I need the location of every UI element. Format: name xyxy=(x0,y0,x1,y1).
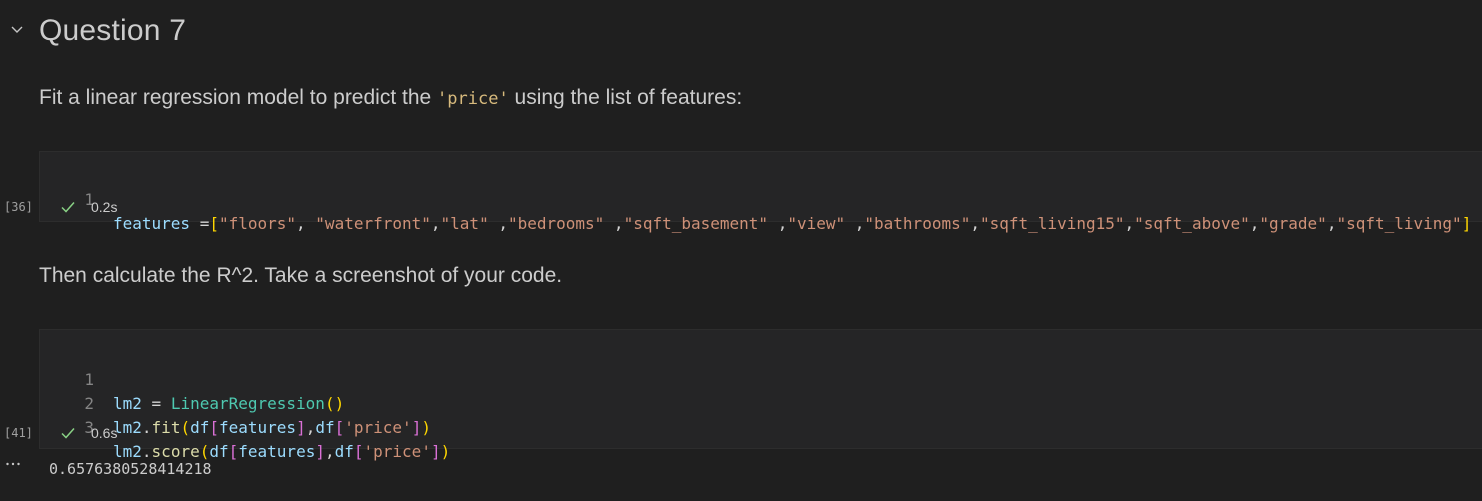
markdown-text: using the list of features: xyxy=(508,86,743,109)
code-cell[interactable]: 1 lm2 = LinearRegression() 2 lm2.fit(df[… xyxy=(39,329,1482,461)
code-line[interactable]: 2 lm2.fit(df[features],df['price']) xyxy=(40,368,431,437)
chevron-down-icon[interactable] xyxy=(10,22,24,36)
code-text[interactable]: lm2 = LinearRegression() xyxy=(113,392,344,416)
code-line[interactable]: 1 features =["floors", "waterfront","lat… xyxy=(40,164,1471,233)
code-text[interactable]: lm2.fit(df[features],df['price']) xyxy=(113,416,431,440)
markdown-paragraph: Fit a linear regression model to predict… xyxy=(39,86,742,110)
execution-duration: 0.6s xyxy=(91,425,118,441)
ellipsis-icon[interactable] xyxy=(5,460,21,468)
section-heading: Question 7 xyxy=(39,14,187,47)
check-icon xyxy=(61,202,75,213)
code-text[interactable]: features =["floors", "waterfront","lat" … xyxy=(113,212,1471,236)
execution-count: [36] xyxy=(4,200,33,214)
markdown-paragraph: Then calculate the R^2. Take a screensho… xyxy=(39,264,563,287)
markdown-text: Fit a linear regression model to predict… xyxy=(39,86,438,109)
cell-output: 0.6576380528414218 xyxy=(49,460,212,478)
inline-code: 'price' xyxy=(437,89,509,109)
section-heading-row[interactable]: Question 7 xyxy=(0,14,600,54)
code-cell[interactable]: 1 features =["floors", "waterfront","lat… xyxy=(39,151,1482,233)
notebook-page: Question 7 Fit a linear regression model… xyxy=(0,0,1482,501)
check-icon xyxy=(61,428,75,439)
execution-count: [41] xyxy=(4,426,33,440)
code-line[interactable]: 3 lm2.score(df[features],df['price']) xyxy=(40,392,450,461)
execution-duration: 0.2s xyxy=(91,199,118,215)
code-line[interactable]: 1 lm2 = LinearRegression() xyxy=(40,344,344,413)
